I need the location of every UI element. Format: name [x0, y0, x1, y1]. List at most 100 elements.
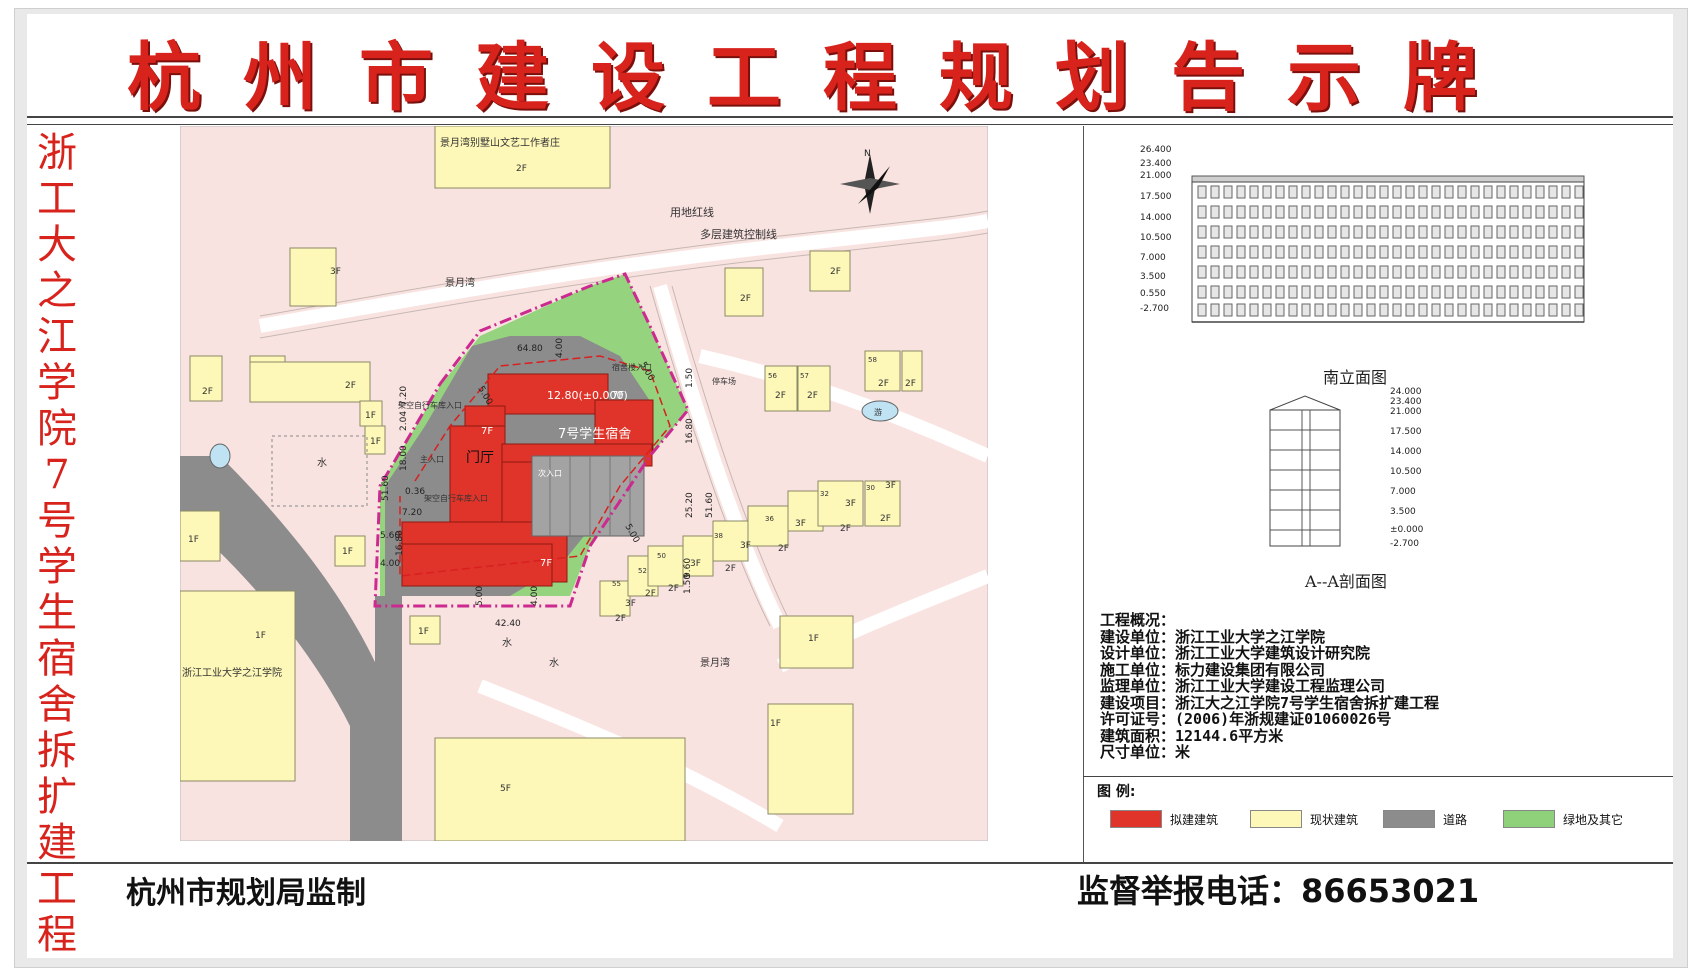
- dim-51-60-a: 51.60: [381, 475, 391, 501]
- elevation-window: [1366, 303, 1376, 317]
- floor-7f-a: 7F: [612, 390, 624, 401]
- floor-3f: 3F: [330, 267, 341, 277]
- side-title-char: 拆: [37, 728, 77, 774]
- elevation-window: [1392, 225, 1402, 239]
- elevation-window: [1340, 285, 1350, 299]
- elevation-window: [1249, 265, 1259, 279]
- elevation-window: [1262, 285, 1272, 299]
- elevation-window: [1457, 265, 1467, 279]
- elevation-window: [1509, 303, 1519, 317]
- elevation-window: [1509, 185, 1519, 199]
- villa-3f-d: 3F: [740, 541, 751, 551]
- board-title: 杭州市建设工程规划告示牌: [127, 35, 1519, 121]
- dim-18-00: 18.00: [399, 445, 409, 471]
- elevation-window: [1392, 265, 1402, 279]
- side-title-char: 工: [37, 866, 77, 912]
- floor-1f-h: 1F: [770, 719, 781, 729]
- side-title-char: 舍: [37, 682, 77, 728]
- elevation-window: [1405, 285, 1415, 299]
- elevation-window: [1522, 265, 1532, 279]
- villa-36: 36: [765, 515, 774, 523]
- elevation-window: [1197, 245, 1207, 259]
- elevation-window: [1249, 225, 1259, 239]
- villa-2f-a: 2F: [840, 524, 851, 534]
- elevation-window: [1340, 185, 1350, 199]
- elevation-window: [1457, 303, 1467, 317]
- elevation-window: [1379, 245, 1389, 259]
- elevation-window: [1379, 185, 1389, 199]
- title-divider-thin: [27, 124, 1673, 125]
- elevation-window: [1353, 285, 1363, 299]
- side-title-char: 大: [37, 222, 77, 268]
- elevation-window: [1288, 185, 1298, 199]
- section-level-label: 21.000: [1390, 407, 1422, 417]
- overview-row: 许可证号：(2006)年浙规建证01060026号: [1100, 710, 1392, 728]
- legend-swatch-road: [1383, 810, 1435, 828]
- elevation-window: [1548, 205, 1558, 219]
- floor-1f-f: 1F: [418, 627, 429, 637]
- elevation-window: [1301, 245, 1311, 259]
- elevation-window: [1522, 285, 1532, 299]
- elevation-window: [1535, 265, 1545, 279]
- site-access-road: [375, 596, 402, 841]
- elevation-window: [1327, 285, 1337, 299]
- elevation-window: [1236, 303, 1246, 317]
- label-pool: 游: [874, 407, 882, 417]
- villa-3f-f: 3F: [625, 599, 636, 609]
- label-red-line: 用地红线: [670, 205, 714, 219]
- elevation-window: [1249, 285, 1259, 299]
- elevation-window: [1548, 245, 1558, 259]
- villa-30: 30: [866, 484, 875, 492]
- overview-row: 建设单位：浙江工业大学之江学院: [1100, 627, 1326, 646]
- side-title-char: 院: [37, 406, 77, 452]
- elevation-window: [1574, 285, 1584, 299]
- elevation-window: [1275, 245, 1285, 259]
- floor-1f-d: 1F: [188, 535, 199, 545]
- floor-2f-c: 2F: [740, 294, 751, 304]
- elevation-window: [1314, 205, 1324, 219]
- elevation-window: [1535, 185, 1545, 199]
- elevation-window: [1288, 245, 1298, 259]
- south-elevation-caption: 南立面图: [1323, 368, 1388, 387]
- villa-2f-e: 2F: [668, 584, 679, 594]
- elevation-window: [1470, 285, 1480, 299]
- elevation-window: [1574, 303, 1584, 317]
- elevation-window: [1496, 245, 1506, 259]
- elevation-window: [1431, 205, 1441, 219]
- elevation-window: [1301, 205, 1311, 219]
- elevation-window: [1483, 265, 1493, 279]
- title-divider: [27, 116, 1673, 118]
- elevation-window: [1522, 225, 1532, 239]
- dim-16-80: 16.80: [395, 530, 405, 556]
- elevation-window: [1314, 245, 1324, 259]
- elevation-window: [1457, 285, 1467, 299]
- elevation-window: [1327, 245, 1337, 259]
- elevation-window: [1574, 205, 1584, 219]
- elevation-window: [1340, 303, 1350, 317]
- overview-row: 监理单位：浙江工业大学建设工程监理公司: [1100, 677, 1386, 695]
- elevation-window: [1197, 225, 1207, 239]
- section-level-label: 17.500: [1390, 427, 1422, 437]
- elevation-window: [1249, 205, 1259, 219]
- elevation-window: [1444, 205, 1454, 219]
- side-title-char: 程: [37, 912, 77, 958]
- section-drawing: 24.00023.40021.000 17.500 14.000 10.500 7.00…: [1269, 387, 1424, 549]
- elevation-window: [1197, 265, 1207, 279]
- elevation-window: [1275, 285, 1285, 299]
- elevation-window: [1418, 265, 1428, 279]
- elevation-window: [1366, 245, 1376, 259]
- elevation-window: [1288, 303, 1298, 317]
- elevation-window: [1457, 245, 1467, 259]
- elevation-window: [1509, 225, 1519, 239]
- label-water-2: 水: [502, 637, 512, 649]
- elevation-window: [1470, 265, 1480, 279]
- elevation-window: [1535, 205, 1545, 219]
- elevation-window: [1522, 205, 1532, 219]
- elevation-window: [1223, 303, 1233, 317]
- elevation-window: [1561, 205, 1571, 219]
- section-level-label: 3.500: [1390, 507, 1416, 517]
- elevation-window: [1431, 303, 1441, 317]
- dim-25-20: 25.20: [685, 492, 695, 518]
- elevation-window: [1418, 205, 1428, 219]
- elevation-window: [1444, 303, 1454, 317]
